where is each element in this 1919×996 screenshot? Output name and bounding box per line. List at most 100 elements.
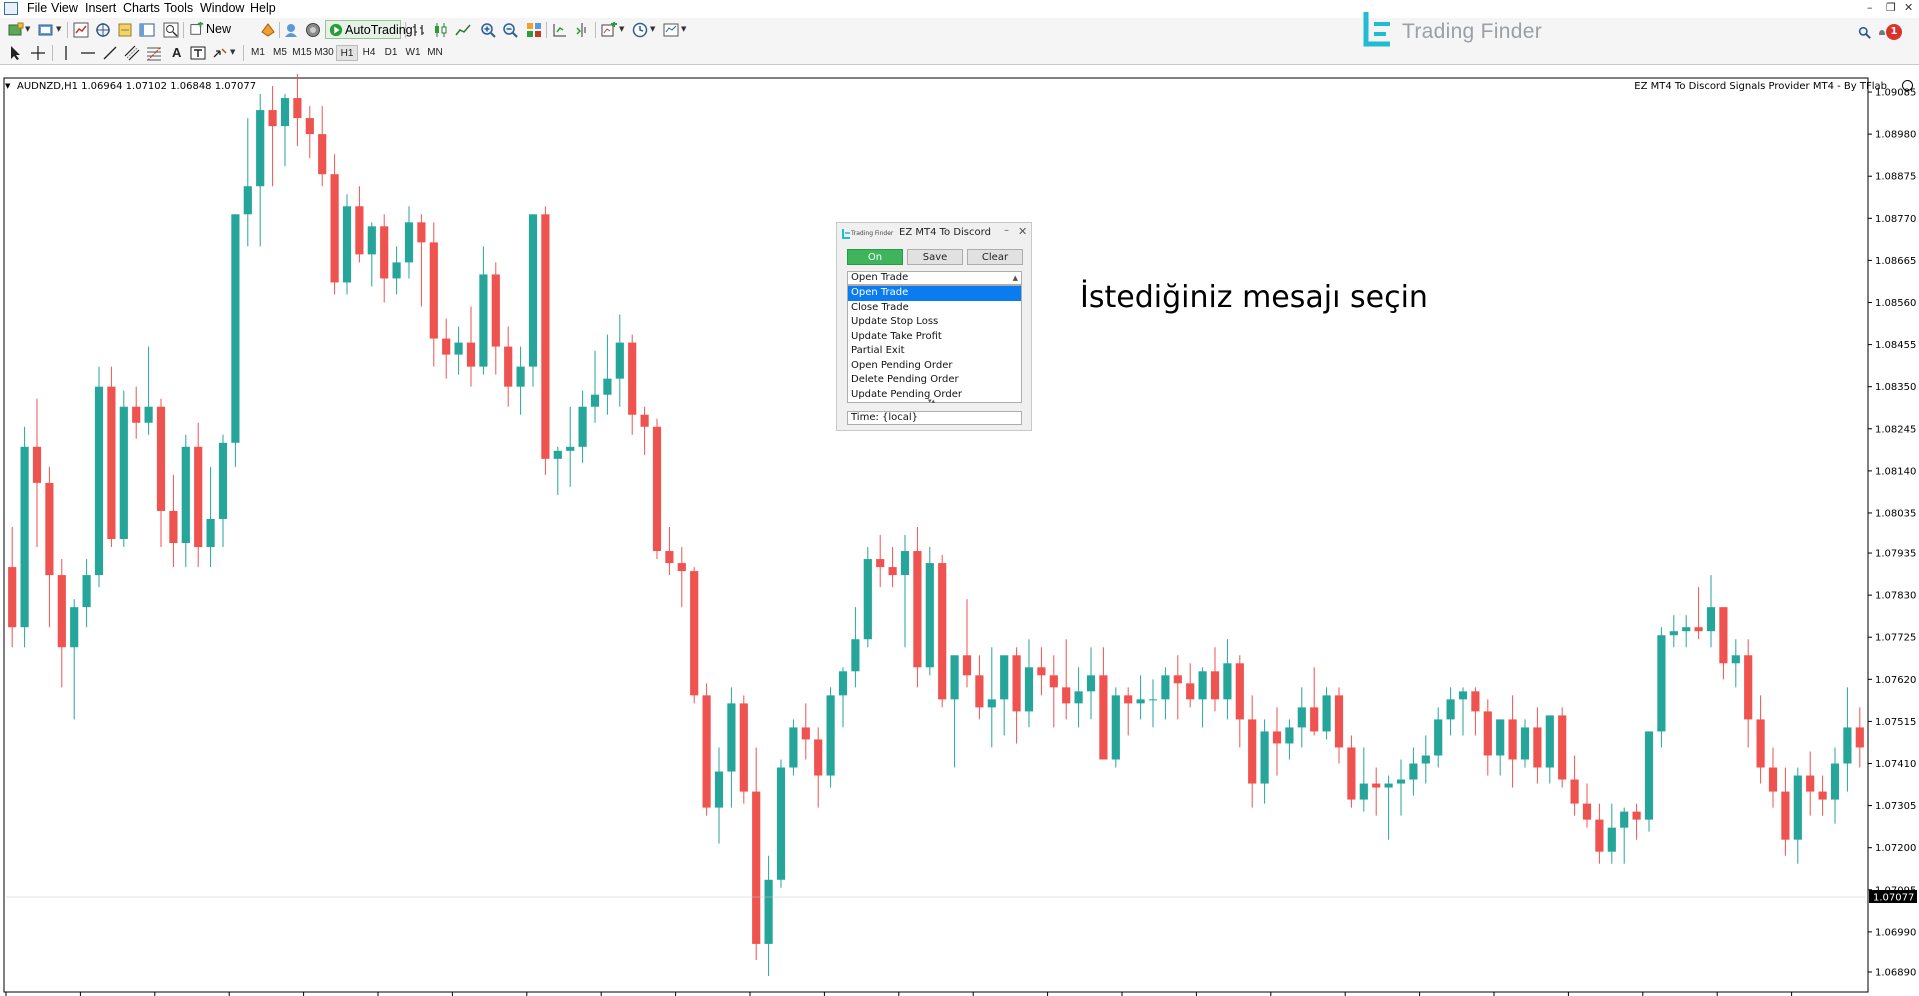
periods-icon[interactable] (632, 22, 648, 38)
zoom-out-icon[interactable] (502, 22, 518, 38)
profiles-icon[interactable] (38, 22, 54, 38)
menu-tools[interactable]: Tools (164, 1, 193, 15)
panel-minimize-button[interactable]: – (1004, 225, 1009, 236)
ez-discord-panel: Trading Finder EZ MT4 To Discord – ✕ On … (836, 222, 1032, 431)
candle-body (925, 563, 934, 668)
bar-chart-icon[interactable] (411, 22, 427, 38)
navigator-icon[interactable] (117, 22, 133, 38)
candle-body (1136, 699, 1145, 704)
arrows-icon[interactable] (212, 45, 228, 61)
timeframe-m15[interactable]: M15 (291, 45, 313, 61)
fibonacci-icon[interactable] (146, 45, 162, 61)
equidistant-channel-icon[interactable] (124, 45, 140, 61)
clear-button[interactable]: Clear (967, 249, 1023, 265)
terminal-icon[interactable] (139, 22, 155, 38)
candle-body (789, 727, 798, 768)
dropdown-arrow-icon[interactable]: ▼ (681, 25, 686, 33)
timeframe-h1[interactable]: H1 (336, 45, 358, 61)
timeframe-d1[interactable]: D1 (380, 45, 402, 61)
candle-body (1372, 783, 1381, 788)
indicators-icon[interactable] (601, 22, 617, 38)
dropdown-arrow-icon[interactable]: ▼ (650, 25, 655, 33)
chart-dropdown-icon[interactable]: ▼ (5, 82, 10, 90)
metaeditor-icon[interactable] (260, 22, 276, 38)
timeframe-m5[interactable]: M5 (269, 45, 291, 61)
timeframe-m1[interactable]: M1 (247, 45, 269, 61)
candlestick-chart-icon[interactable] (433, 22, 449, 38)
dropdown-arrow-icon[interactable]: ▼ (56, 25, 61, 33)
resize-grip-icon[interactable]: ▾▴ (928, 397, 935, 405)
menu-help[interactable]: Help (250, 1, 276, 15)
timeframe-mn[interactable]: MN (424, 45, 446, 61)
window-close-button[interactable]: ✕ (1904, 1, 1913, 14)
text-tool-icon[interactable]: A (172, 45, 181, 60)
dropdown-arrow-icon[interactable]: ▼ (25, 25, 30, 33)
chart-shift-icon[interactable] (552, 22, 568, 38)
menu-file[interactable]: File (27, 1, 47, 15)
list-item[interactable]: Update Stop Loss (848, 315, 1021, 330)
menu-insert[interactable]: Insert (85, 1, 116, 15)
candle-body (702, 695, 711, 808)
strategy-tester-icon[interactable] (163, 22, 179, 38)
message-type-select[interactable]: Open Trade ▲ (847, 271, 1022, 285)
cursor-icon[interactable] (8, 45, 24, 61)
candle-body (776, 767, 786, 880)
vertical-line-icon[interactable] (58, 45, 74, 61)
auto-scroll-icon[interactable] (574, 22, 590, 38)
tile-windows-icon[interactable] (526, 22, 542, 38)
horizontal-line-icon[interactable] (80, 45, 96, 61)
save-button[interactable]: Save (907, 249, 963, 265)
candle-body (1248, 719, 1257, 784)
price-chart[interactable]: 1.090851.089801.088751.087701.086651.085… (0, 64, 1919, 996)
timeframe-h4[interactable]: H4 (358, 45, 380, 61)
market-watch-icon[interactable] (73, 22, 89, 38)
notification-badge[interactable]: 1 (1886, 24, 1902, 40)
candle-body (1186, 683, 1195, 700)
menu-window[interactable]: Window (200, 1, 244, 15)
crosshair-icon[interactable] (30, 45, 46, 61)
dropdown-arrow-icon[interactable]: ▼ (619, 25, 624, 33)
candle-body (801, 727, 810, 740)
timeframe-w1[interactable]: W1 (402, 45, 424, 61)
text-label-icon[interactable] (190, 45, 206, 61)
message-type-list[interactable]: Open Trade Close Trade Update Stop Loss … (847, 285, 1022, 405)
list-item[interactable]: Partial Exit (848, 344, 1021, 359)
menu-view[interactable]: View (51, 1, 78, 15)
market-icon[interactable] (305, 22, 321, 38)
new-order-button[interactable]: New Order (188, 20, 256, 55)
trendline-icon[interactable] (102, 45, 118, 61)
window-restore-button[interactable]: ❐ (1886, 1, 1896, 14)
line-chart-icon[interactable] (455, 22, 471, 38)
candle (528, 214, 538, 387)
crosshair-nav-icon[interactable] (95, 22, 111, 38)
toolbar-separator (279, 22, 280, 38)
list-item[interactable]: Close Trade (848, 301, 1021, 316)
candle-body (1347, 747, 1356, 800)
time-field[interactable]: Time: {local} (847, 411, 1022, 425)
list-item[interactable]: Update Take Profit (848, 330, 1021, 345)
new-chart-icon[interactable] (8, 22, 24, 38)
search-icon[interactable] (1858, 26, 1871, 39)
dropdown-arrow-icon[interactable]: ▼ (230, 48, 235, 56)
chart-frame (3, 77, 1869, 993)
panel-close-button[interactable]: ✕ (1018, 225, 1027, 238)
ea-title: EZ MT4 To Discord Signals Provider MT4 -… (1634, 81, 1887, 92)
signals-icon[interactable] (283, 22, 299, 38)
candle-body (590, 394, 600, 407)
autotrading-button[interactable]: AutoTrading (325, 20, 413, 39)
candle (776, 759, 786, 888)
candle-body (132, 406, 141, 423)
list-item[interactable]: Open Trade (848, 286, 1021, 301)
y-tick-label: 1.07410 (1875, 759, 1916, 770)
templates-icon[interactable] (663, 22, 679, 38)
candle-body (1471, 691, 1480, 712)
list-item[interactable]: Open Pending Order (848, 359, 1021, 374)
candle-body (479, 274, 488, 367)
candle-body (690, 571, 699, 696)
list-item[interactable]: Delete Pending Order (848, 373, 1021, 388)
on-button[interactable]: On (847, 249, 903, 265)
zoom-in-icon[interactable] (480, 22, 496, 38)
window-minimize-button[interactable]: – (1867, 1, 1873, 14)
menu-charts[interactable]: Charts (123, 1, 160, 15)
timeframe-m30[interactable]: M30 (313, 45, 335, 61)
